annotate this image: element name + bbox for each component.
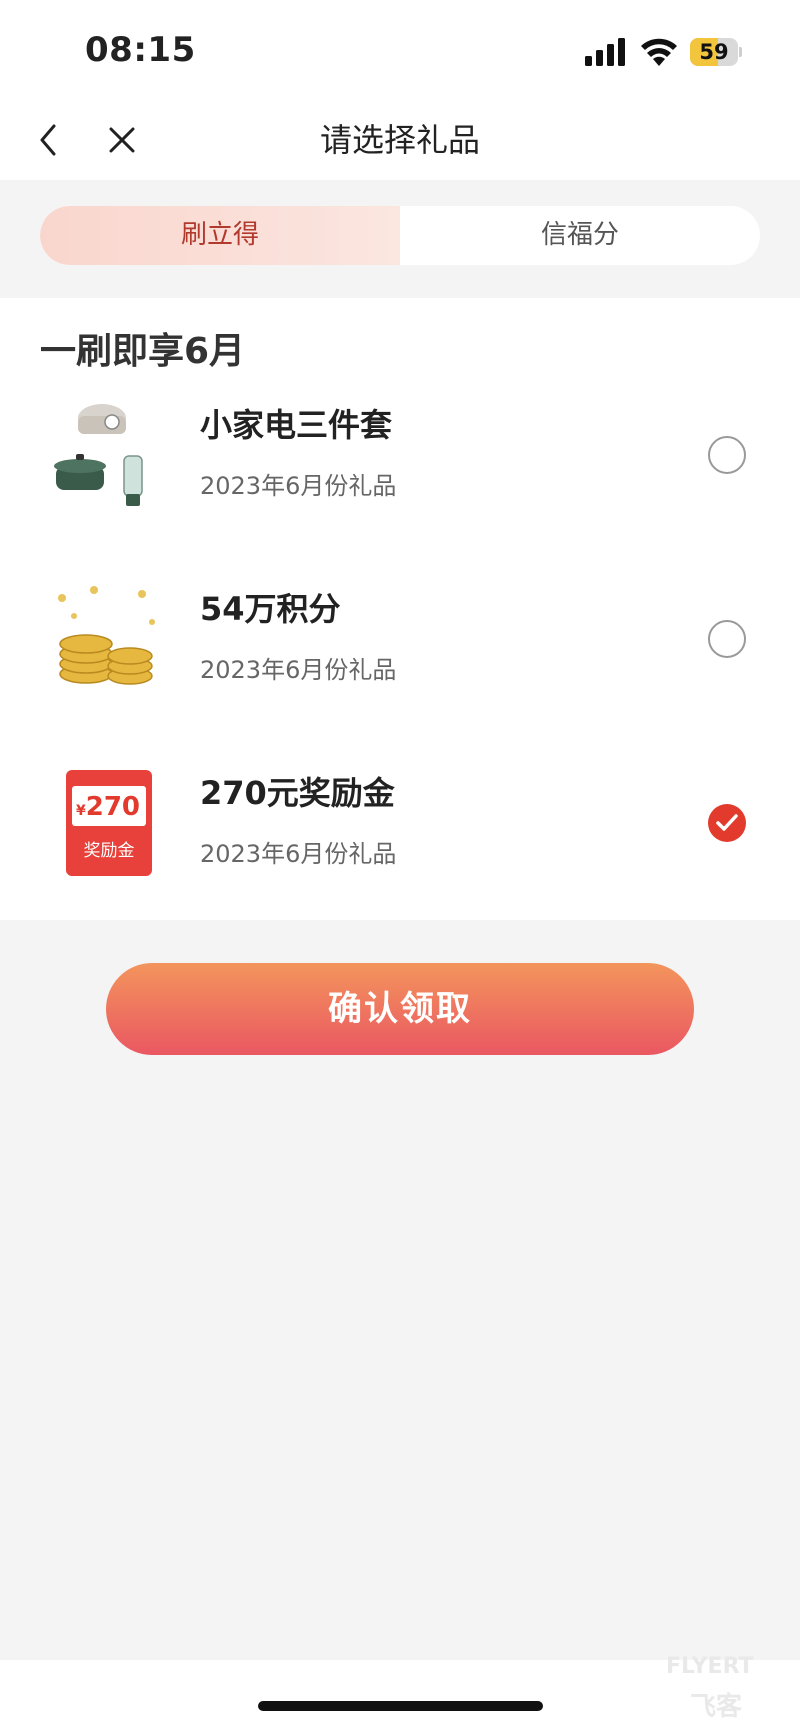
section-title: 一刷即享6月	[40, 331, 246, 372]
status-bar: 08:15 59	[0, 0, 800, 100]
checkmark-selected-icon[interactable]	[708, 804, 746, 842]
coupon-amount: 270	[85, 792, 141, 822]
close-icon[interactable]	[102, 120, 142, 160]
coupon-label: 奖励金	[83, 841, 135, 861]
gold-coins-image	[58, 586, 155, 685]
tab-xinfufen[interactable]: 信福分	[400, 206, 760, 265]
gift-name: 小家电三件套	[200, 406, 393, 444]
watermark-logo: FLYERT 飞客	[666, 1654, 754, 1722]
status-time: 08:15	[85, 30, 196, 70]
cellular-signal-icon	[585, 38, 625, 66]
gift-subtitle: 2023年6月份礼品	[200, 472, 397, 500]
gift-name: 270元奖励金	[200, 774, 395, 812]
gift-subtitle: 2023年6月份礼品	[200, 656, 397, 684]
back-arrow-icon[interactable]	[30, 114, 66, 166]
gift-name: 54万积分	[200, 590, 341, 628]
confirm-claim-button[interactable]: 确认领取	[106, 963, 694, 1055]
wifi-icon	[641, 38, 677, 66]
coupon-currency: ¥	[76, 803, 86, 819]
battery-icon: 59	[690, 38, 742, 66]
radio-unselected-icon[interactable]	[708, 436, 746, 474]
gift-subtitle: 2023年6月份礼品	[200, 840, 397, 868]
gift-item-reward-money[interactable]: ¥270 奖励金 270元奖励金 2023年6月份礼品	[0, 766, 800, 916]
home-indicator[interactable]	[258, 1701, 543, 1711]
navigation-bar: 请选择礼品	[0, 100, 800, 180]
radio-unselected-icon[interactable]	[708, 620, 746, 658]
battery-percentage: 59	[699, 40, 729, 64]
gift-item-points[interactable]: 54万积分 2023年6月份礼品	[0, 582, 800, 732]
gift-item-appliance-set[interactable]: 小家电三件套 2023年6月份礼品	[0, 398, 800, 548]
appliance-set-image	[54, 404, 143, 506]
gift-list-card: 一刷即享6月 小家电三件套 2023年6月份礼品 54万积分 2023年6月份礼…	[0, 298, 800, 920]
tab-shualide[interactable]: 刷立得	[40, 206, 400, 265]
reward-coupon-image: ¥270 奖励金	[66, 770, 152, 876]
gift-type-tabs: 刷立得 信福分	[40, 206, 760, 265]
